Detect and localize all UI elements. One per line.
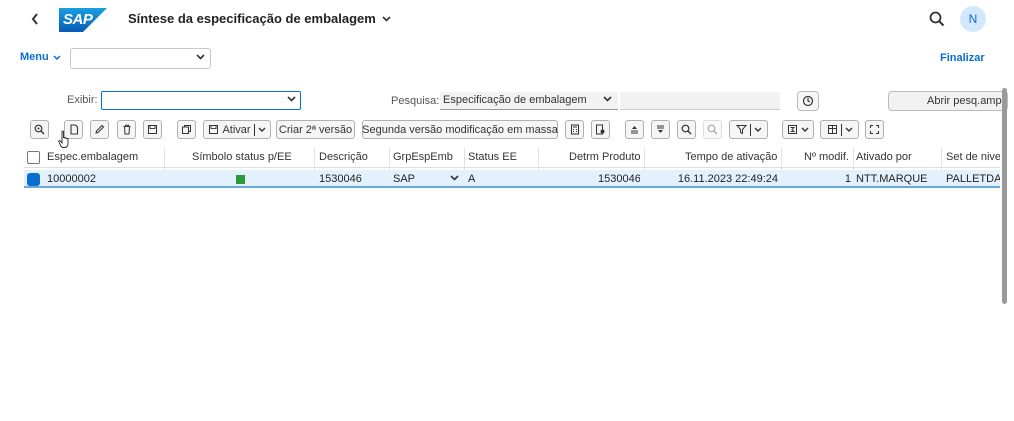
column-header[interactable]: Detrm Produto (569, 151, 641, 163)
column-header[interactable]: Set de nive (946, 151, 1000, 163)
sort-ascending-icon (631, 126, 638, 134)
spec-cell: 10000002 (47, 173, 96, 185)
level-set-cell: PALLETDAT (946, 173, 1000, 185)
trash-icon (123, 124, 130, 135)
filter-button[interactable] (729, 120, 768, 139)
history-icon (802, 95, 814, 107)
layout-button[interactable] (820, 120, 859, 139)
column-header[interactable]: Símbolo status p/EE (192, 151, 292, 163)
select-all-checkbox[interactable] (27, 151, 40, 164)
find-button[interactable] (677, 120, 696, 139)
sum-icon (788, 125, 797, 134)
fullscreen-icon (869, 124, 880, 135)
export-button[interactable] (591, 120, 610, 139)
find-next-icon (707, 124, 718, 135)
save-icon (148, 125, 157, 134)
fullscreen-button[interactable] (865, 120, 884, 139)
chevron-down-icon (845, 127, 853, 132)
status-cell: A (468, 173, 476, 185)
row-selector[interactable] (27, 173, 40, 186)
column-header[interactable]: Nº modif. (804, 151, 849, 163)
back-button[interactable] (28, 11, 42, 27)
search-icon[interactable] (928, 10, 946, 28)
edit-button[interactable] (90, 120, 109, 139)
column-header[interactable]: Espec.embalagem (47, 151, 138, 163)
history-button[interactable] (797, 91, 819, 111)
sort-ascending-button[interactable] (625, 120, 644, 139)
activate-icon (209, 125, 219, 134)
find-icon (681, 124, 692, 135)
table-row[interactable] (24, 170, 1000, 188)
save-button[interactable] (143, 120, 162, 139)
description-cell: 1530046 (319, 173, 362, 185)
find-next-button[interactable] (703, 120, 722, 139)
show-label: Exibir: (67, 94, 98, 106)
export-icon (596, 124, 605, 135)
filter-icon (735, 125, 747, 135)
search-label: Pesquisa: (391, 95, 440, 107)
menu-select[interactable] (70, 48, 211, 69)
search-type-select[interactable]: Especificação de embalagem (440, 92, 618, 110)
calculator-button[interactable] (565, 120, 584, 139)
sum-button[interactable] (782, 120, 814, 139)
app-title-menu[interactable]: Síntese da especificação de embalagem (128, 11, 391, 26)
product-cell: 1530046 (598, 173, 640, 185)
activation-time-cell: 16.11.2023 22:49:24 (677, 173, 778, 185)
vertical-scrollbar[interactable] (1002, 88, 1007, 304)
group-cell[interactable]: SAP (393, 173, 415, 185)
zoom-button[interactable] (30, 120, 49, 139)
status-indicator-icon (236, 175, 245, 184)
menu-label: Menu (20, 51, 49, 63)
sort-descending-button[interactable] (651, 120, 670, 139)
chevron-down-icon (754, 127, 762, 132)
sap-logo-text: SAP (63, 11, 93, 28)
copy-button[interactable] (177, 120, 196, 139)
hand-cursor-icon (58, 130, 74, 150)
search-type-value: Especificação de embalagem (443, 94, 587, 106)
zoom-icon (34, 124, 45, 135)
chevron-down-icon (801, 127, 809, 132)
column-header[interactable]: Tempo de ativação (685, 151, 777, 163)
advanced-search-button[interactable]: Abrir pesq.ampl (888, 91, 1008, 111)
chevron-down-icon (53, 54, 61, 60)
activate-label: Ativar (222, 123, 251, 136)
user-avatar[interactable]: N (960, 6, 986, 32)
chevron-down-icon (258, 127, 266, 132)
sap-logo: SAP (59, 8, 107, 32)
chevron-left-icon (31, 13, 38, 25)
sort-descending-icon (657, 125, 664, 133)
finalize-button[interactable]: Finalizar (940, 52, 985, 64)
chevron-down-icon (603, 94, 612, 104)
chevron-down-icon[interactable] (450, 173, 459, 183)
create-second-version-button[interactable]: Criar 2ª versão (276, 120, 355, 139)
activate-button[interactable]: Ativar (203, 120, 271, 139)
chevron-down-icon (287, 94, 296, 104)
show-select[interactable] (101, 91, 301, 110)
chevron-down-icon (196, 52, 205, 62)
pencil-icon (95, 124, 105, 134)
column-header[interactable]: Ativado por (856, 151, 912, 163)
column-header[interactable]: Status EE (468, 151, 517, 163)
column-header[interactable]: GrpEspEmb (393, 151, 453, 163)
layout-icon (827, 125, 837, 134)
activated-by-cell: NTT.MARQUE (856, 173, 928, 185)
delete-button[interactable] (117, 120, 136, 139)
app-title: Síntese da especificação de embalagem (128, 11, 376, 26)
menu-button[interactable]: Menu (20, 51, 61, 63)
column-header[interactable]: Descrição (319, 151, 368, 163)
copy-icon (182, 125, 191, 134)
second-version-mass-button[interactable]: Segunda versão modificação em massa (362, 120, 558, 139)
chevron-down-icon (382, 14, 391, 24)
search-input[interactable] (620, 92, 780, 110)
change-number-cell: 1 (844, 173, 851, 185)
calculator-icon (570, 124, 579, 135)
